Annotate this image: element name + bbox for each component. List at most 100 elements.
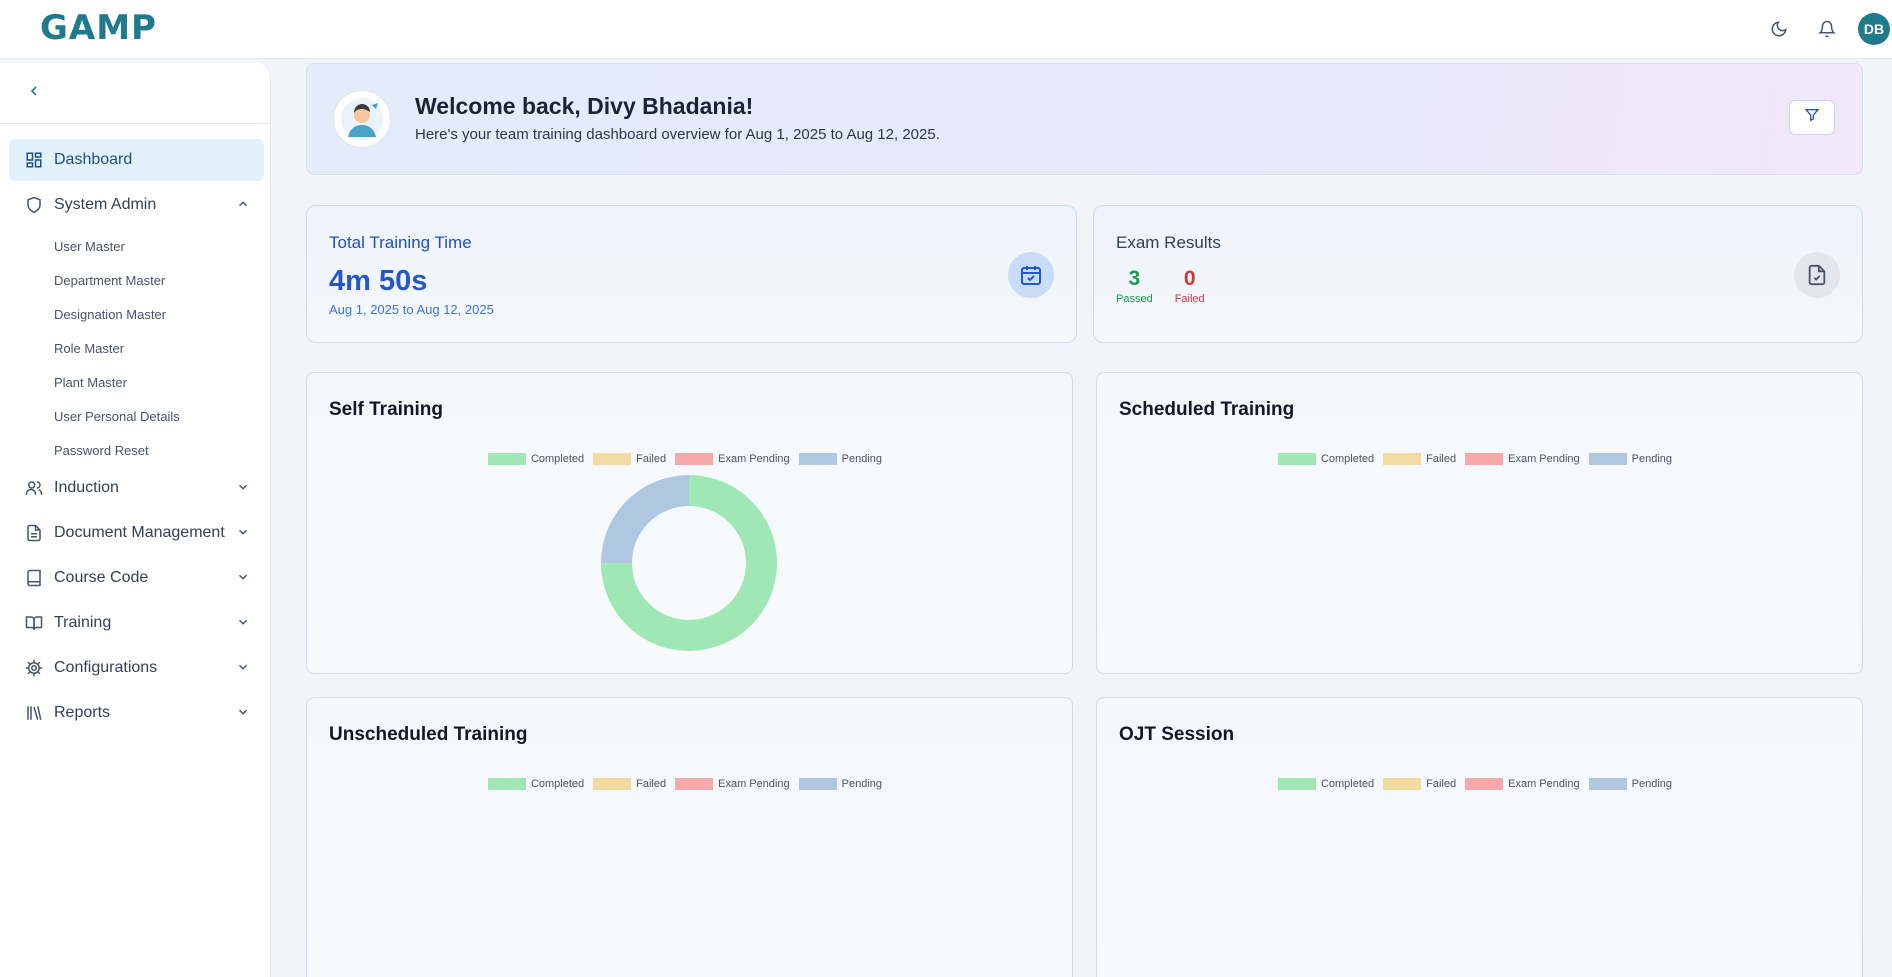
sidebar-item-document-management[interactable]: Document Management (9, 512, 264, 554)
legend-label: Failed (1426, 778, 1457, 790)
legend-swatch (593, 453, 632, 465)
moon-icon[interactable] (1762, 12, 1796, 46)
legend-label: Failed (636, 453, 667, 465)
legend-failed[interactable]: Failed (593, 453, 666, 465)
sidebar-item-label: Induction (54, 479, 119, 496)
self-training-donut-chart[interactable] (599, 473, 779, 653)
legend-pending[interactable]: Pending (1588, 778, 1673, 790)
legend-label: Exam Pending (1508, 778, 1580, 790)
sidebar-item-dashboard[interactable]: Dashboard (9, 139, 264, 181)
filter-button[interactable] (1789, 100, 1835, 135)
chart-legend: Completed Failed Exam Pending Pending (307, 778, 1072, 790)
passed-label: Passed (1116, 293, 1153, 305)
legend-label: Failed (1426, 453, 1457, 465)
sidebar-subitem-plant-master[interactable]: Plant Master (54, 365, 264, 399)
chevron-left-icon[interactable] (26, 83, 46, 103)
chevron-down-icon (236, 480, 250, 494)
passed-count: 3 (1128, 267, 1141, 290)
legend-swatch (1277, 778, 1316, 790)
sidebar: Dashboard System Admin User Master Depar… (0, 63, 271, 977)
legend-swatch (1383, 453, 1422, 465)
training-time-value: 4m 50s (329, 265, 428, 297)
exam-failed: 0 Failed (1175, 267, 1205, 305)
sidebar-subitem-role-master[interactable]: Role Master (54, 331, 264, 365)
legend-label: Completed (1320, 778, 1375, 790)
legend-swatch (675, 778, 714, 790)
sidebar-nav: Dashboard System Admin User Master Depar… (9, 139, 264, 737)
dashboard-icon (24, 150, 44, 170)
chevron-down-icon (236, 705, 250, 719)
welcome-title: Welcome back, Divy Bhadania! (415, 93, 754, 119)
legend-pending[interactable]: Pending (1588, 453, 1673, 465)
exam-values: 3 Passed 0 Failed (1116, 267, 1227, 305)
bell-icon[interactable] (1810, 12, 1844, 46)
book-icon (24, 568, 44, 588)
chevron-down-icon (236, 570, 250, 584)
legend-exam-pending[interactable]: Exam Pending (1465, 453, 1580, 465)
scheduled-training-card: Scheduled Training Completed Failed Exam… (1096, 372, 1863, 674)
sidebar-item-label: Dashboard (54, 151, 133, 168)
legend-label: Pending (1631, 453, 1673, 465)
legend-exam-pending[interactable]: Exam Pending (675, 453, 790, 465)
sidebar-subitem-password-reset[interactable]: Password Reset (54, 433, 264, 467)
legend-failed[interactable]: Failed (593, 778, 666, 790)
legend-failed[interactable]: Failed (1383, 453, 1456, 465)
sidebar-subitem-user-personal-details[interactable]: User Personal Details (54, 399, 264, 433)
legend-pending[interactable]: Pending (798, 778, 883, 790)
legend-exam-pending[interactable]: Exam Pending (675, 778, 790, 790)
sidebar-item-label: Configurations (54, 659, 158, 676)
chevron-down-icon (236, 615, 250, 629)
total-training-time-card: Total Training Time 4m 50s Aug 1, 2025 t… (306, 205, 1077, 343)
sidebar-subitem-designation-master[interactable]: Designation Master (54, 297, 264, 331)
failed-label: Failed (1174, 293, 1205, 305)
sidebar-subitem-department-master[interactable]: Department Master (54, 263, 264, 297)
card-title: Total Training Time (329, 233, 472, 252)
legend-completed[interactable]: Completed (487, 778, 584, 790)
legend-exam-pending[interactable]: Exam Pending (1465, 778, 1580, 790)
legend-label: Completed (530, 453, 585, 465)
sidebar-item-reports[interactable]: Reports (9, 692, 264, 734)
legend-swatch (1465, 453, 1504, 465)
app-logo[interactable]: GAMP (40, 8, 157, 48)
legend-completed[interactable]: Completed (487, 453, 585, 465)
legend-swatch (593, 778, 632, 790)
unscheduled-training-card: Unscheduled Training Completed Failed Ex… (306, 697, 1073, 977)
legend-swatch (487, 453, 526, 465)
legend-label: Exam Pending (718, 453, 790, 465)
sidebar-item-configurations[interactable]: Configurations (9, 647, 264, 689)
chart-legend: Completed Failed Exam Pending Pending (1097, 778, 1862, 790)
legend-completed[interactable]: Completed (1277, 778, 1375, 790)
sidebar-item-training[interactable]: Training (9, 602, 264, 644)
sidebar-item-system-admin[interactable]: System Admin (9, 184, 264, 226)
library-icon (24, 703, 44, 723)
legend-swatch (798, 453, 837, 465)
ojt-session-card: OJT Session Completed Failed Exam Pendin… (1096, 697, 1863, 977)
legend-label: Pending (841, 778, 883, 790)
chart-legend: Completed Failed Exam Pending Pending (1097, 453, 1862, 465)
training-time-range: Aug 1, 2025 to Aug 12, 2025 (329, 302, 494, 317)
chevron-down-icon (236, 525, 250, 539)
sidebar-divider (0, 123, 271, 124)
system-admin-submenu: User Master Department Master Designatio… (9, 229, 264, 467)
self-training-card: Self Training Completed Failed Exam Pend… (306, 372, 1073, 674)
legend-label: Pending (1631, 778, 1673, 790)
user-illustration-avatar (333, 90, 391, 148)
chart-title: Self Training (329, 399, 444, 420)
document-icon (24, 523, 44, 543)
sidebar-item-induction[interactable]: Induction (9, 467, 264, 509)
sidebar-item-course-code[interactable]: Course Code (9, 557, 264, 599)
gear-icon (24, 658, 44, 678)
sidebar-subitem-user-master[interactable]: User Master (54, 229, 264, 263)
sidebar-item-label: Course Code (54, 569, 149, 586)
sidebar-item-label: Reports (54, 704, 111, 721)
legend-swatch (1588, 778, 1627, 790)
user-avatar[interactable]: DB (1858, 13, 1890, 45)
legend-completed[interactable]: Completed (1277, 453, 1375, 465)
legend-label: Exam Pending (1508, 453, 1580, 465)
chevron-down-icon (236, 660, 250, 674)
donut-slice-pending[interactable] (601, 475, 689, 563)
legend-label: Completed (1320, 453, 1375, 465)
legend-pending[interactable]: Pending (798, 453, 882, 465)
legend-failed[interactable]: Failed (1383, 778, 1456, 790)
legend-swatch (1588, 453, 1627, 465)
